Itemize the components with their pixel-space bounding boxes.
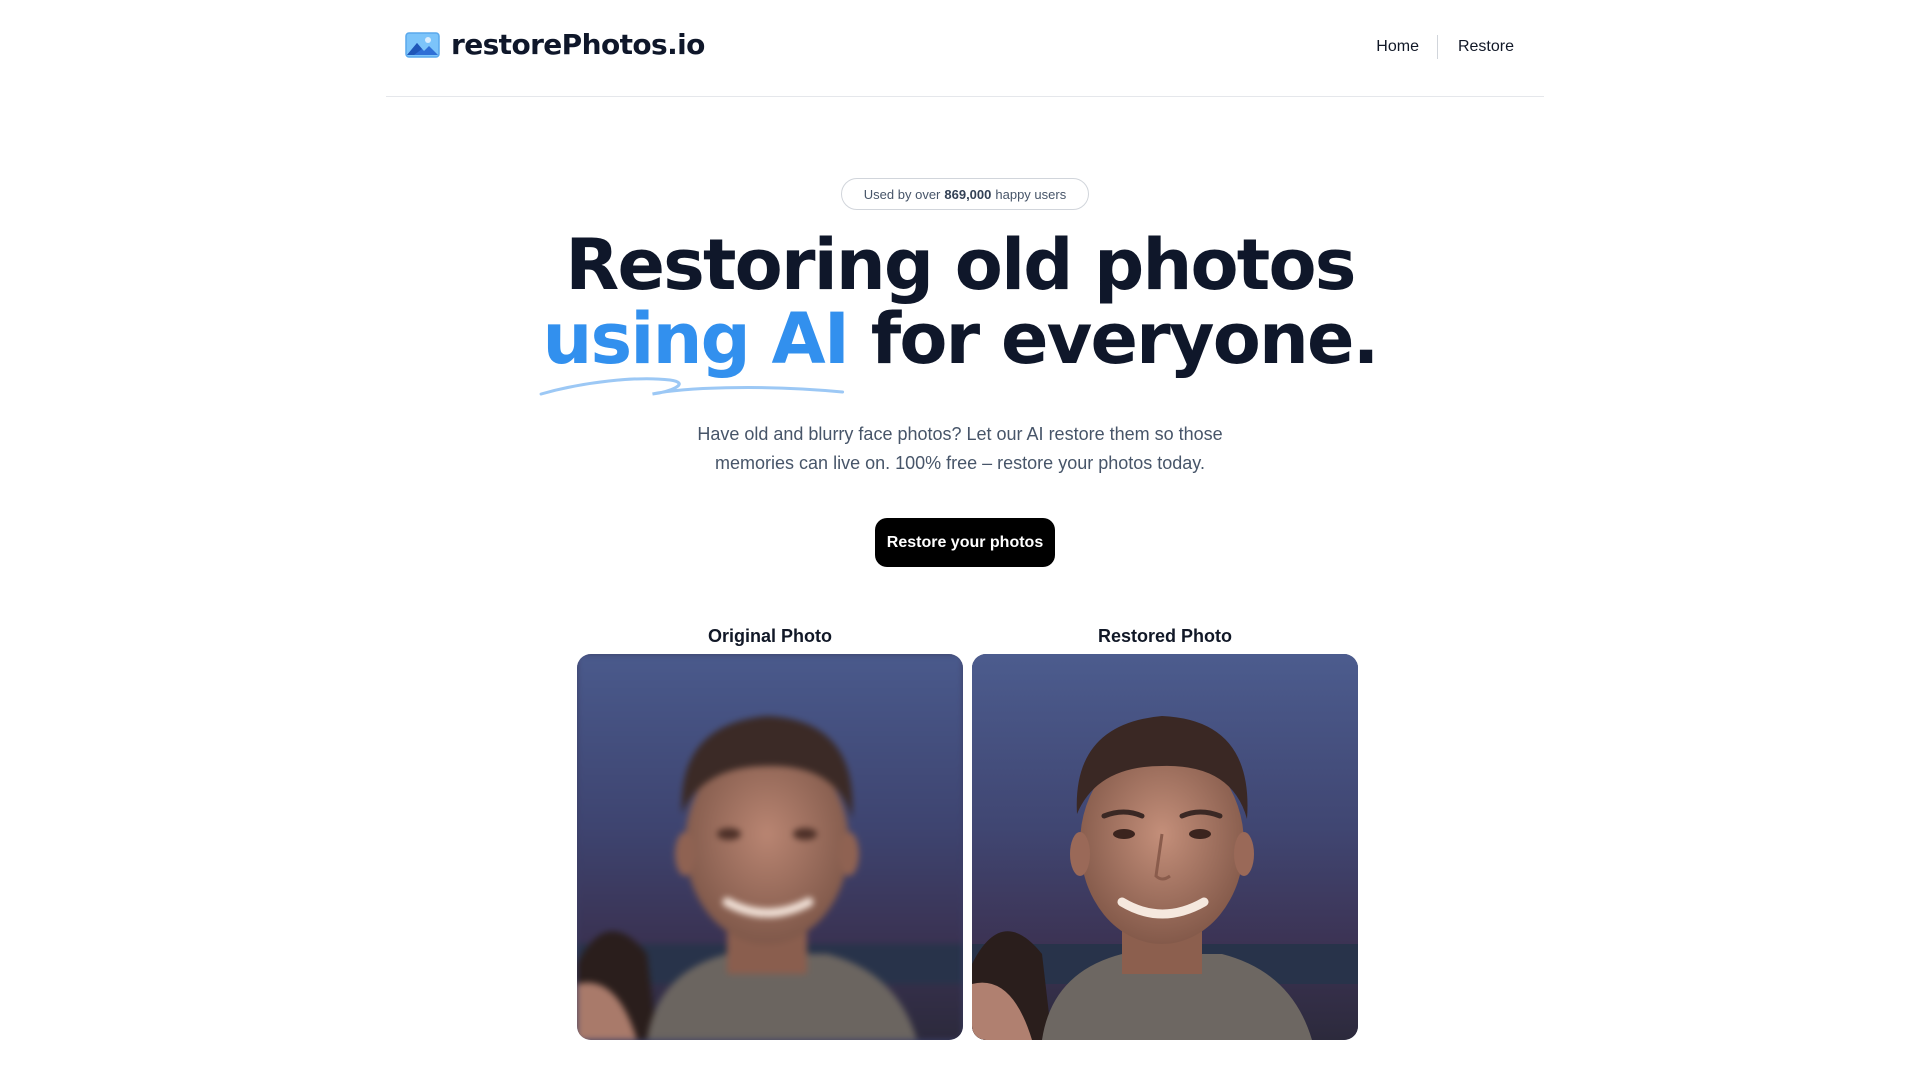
original-portrait-image [577, 654, 963, 1040]
users-badge: Used by over 869,000 happy users [841, 178, 1089, 210]
nav-home-link[interactable]: Home [1376, 38, 1419, 56]
original-photo [577, 654, 963, 1040]
description-line-2: memories can live on. 100% free – restor… [715, 453, 1205, 473]
headline-rest: for everyone. [870, 298, 1380, 380]
restored-photo-label: Restored Photo [1097, 626, 1232, 646]
restored-photo [972, 654, 1358, 1040]
brand-name: restorePhotos.io [451, 28, 705, 61]
main-nav: Home Restore [1376, 35, 1514, 59]
original-photo-label: Original Photo [708, 626, 832, 646]
underline-squiggle-icon [539, 377, 844, 396]
nav-divider [1436, 35, 1438, 59]
site-header: restorePhotos.io Home Restore [386, 0, 1544, 97]
restore-photos-button[interactable]: Restore your photos [875, 518, 1055, 567]
brand-link[interactable]: restorePhotos.io [405, 28, 705, 61]
badge-prefix: Used by over [863, 186, 941, 202]
badge-suffix: happy users [995, 186, 1067, 202]
headline-accent-text: using AI [542, 298, 850, 380]
badge-user-count: 869,000 [944, 186, 992, 202]
headline-line-1: Restoring old photos [565, 224, 1356, 306]
restored-portrait-image [972, 654, 1358, 1040]
photo-logo-icon [405, 32, 440, 58]
description-line-1: Have old and blurry face photos? Let our… [697, 424, 1223, 444]
hero-description: Have old and blurry face photos? Let our… [0, 420, 1920, 478]
headline-accent: using AI [539, 302, 850, 396]
headline-line-2: using AI for everyone. [0, 302, 1920, 396]
nav-restore-link[interactable]: Restore [1458, 38, 1514, 56]
hero-headline: Restoring old photos using AI for everyo… [0, 224, 1920, 396]
